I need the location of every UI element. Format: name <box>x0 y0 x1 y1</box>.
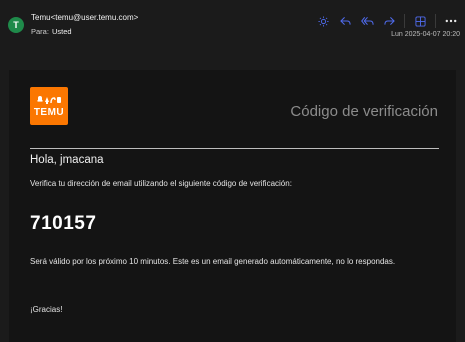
recipient-name[interactable]: Usted <box>52 27 72 36</box>
logo-glyph-icon <box>36 94 62 106</box>
toolbar-divider <box>435 14 436 28</box>
grid-icon[interactable] <box>413 14 427 28</box>
verification-code: 710157 <box>30 213 97 234</box>
toolbar-divider <box>404 14 405 28</box>
sun-icon[interactable] <box>316 14 330 28</box>
forward-icon[interactable] <box>382 14 396 28</box>
validity-text: Será válido por los próximo 10 minutos. … <box>30 257 396 266</box>
title-divider <box>30 148 439 149</box>
thanks-text: ¡Gracias! <box>30 305 63 314</box>
email-body: TEMU Código de verificación Hola, jmacan… <box>9 70 456 342</box>
email-title: Código de verificación <box>290 103 438 120</box>
reply-icon[interactable] <box>338 14 352 28</box>
to-label: Para: <box>31 27 49 36</box>
message-toolbar <box>316 13 458 29</box>
more-icon[interactable] <box>444 14 458 28</box>
logo-text: TEMU <box>33 107 65 118</box>
greeting: Hola, jmacana <box>30 154 104 166</box>
sender-address[interactable]: Temu<temu@user.temu.com> <box>31 13 138 22</box>
temu-logo: TEMU <box>30 87 68 125</box>
instruction-text: Verifica tu dirección de email utilizand… <box>30 179 292 188</box>
email-header: T Temu<temu@user.temu.com> Para: Usted L… <box>0 0 465 70</box>
recipient-row: Para: Usted <box>31 27 72 36</box>
reply-all-icon[interactable] <box>360 14 374 28</box>
received-date: Lun 2025-04-07 20:20 <box>391 31 460 38</box>
sender-avatar[interactable]: T <box>8 17 24 33</box>
